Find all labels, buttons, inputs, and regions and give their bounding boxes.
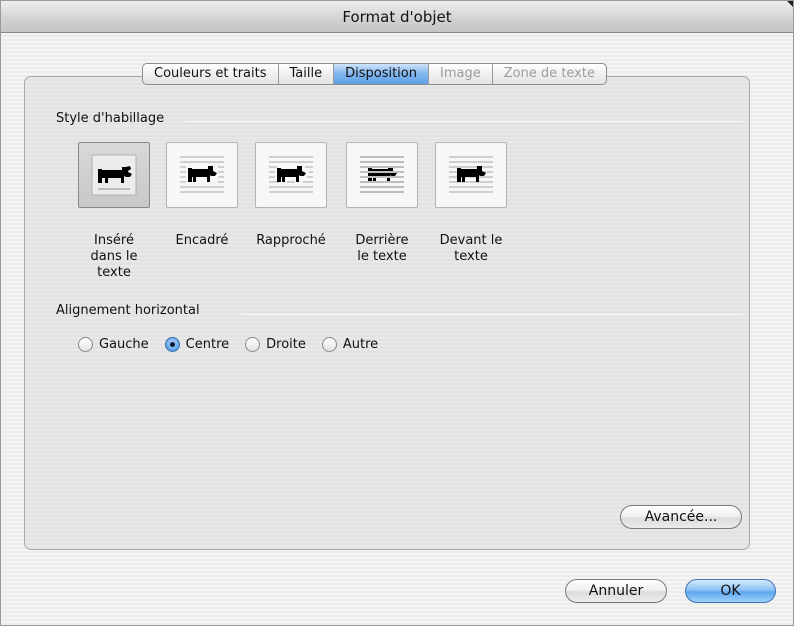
wrap-in-front-text-label: Devant le texte bbox=[439, 233, 503, 264]
wrap-inline-button[interactable] bbox=[78, 142, 150, 208]
tab-text-box: Zone de texte bbox=[503, 66, 595, 81]
horizontal-alignment-label: Alignement horizontal bbox=[56, 303, 200, 318]
tab-bar: Couleurs et traits Taille Disposition Im… bbox=[142, 63, 607, 85]
wrap-behind-text-button[interactable] bbox=[346, 142, 418, 208]
radio-circle[interactable] bbox=[321, 336, 337, 352]
cancel-button[interactable]: Annuler bbox=[565, 579, 667, 603]
radio-circle[interactable] bbox=[78, 336, 93, 352]
horizontal-alignment-separator bbox=[242, 314, 743, 315]
behind-text-dog-icon bbox=[360, 156, 404, 193]
horizontal-alignment-group: Gauche Centre Droite Autre bbox=[78, 335, 394, 353]
wrap-inline-label: Inséré dans le texte bbox=[90, 233, 138, 280]
radio-circle[interactable] bbox=[245, 336, 261, 352]
window-title: Format d'objet bbox=[1, 1, 793, 33]
tab-colors-and-lines[interactable]: Couleurs et traits bbox=[143, 64, 279, 84]
tab-layout[interactable]: Disposition bbox=[334, 64, 429, 84]
radio-circle-checked[interactable] bbox=[164, 336, 180, 352]
wrap-behind-text-label: Derrière le texte bbox=[355, 233, 409, 264]
ok-button[interactable]: OK bbox=[685, 579, 776, 603]
advanced-button[interactable]: Avancée... bbox=[620, 505, 742, 529]
align-center-radio[interactable]: Centre bbox=[164, 336, 229, 352]
wrap-tight-button[interactable] bbox=[255, 142, 327, 208]
align-left-radio[interactable]: Gauche bbox=[78, 336, 149, 352]
align-right-radio[interactable]: Droite bbox=[245, 336, 306, 352]
align-other-radio[interactable]: Autre bbox=[321, 336, 378, 352]
wrap-square-label: Encadré bbox=[175, 233, 229, 248]
inline-dog-icon bbox=[91, 154, 137, 196]
wrap-in-front-text-button[interactable] bbox=[435, 142, 507, 208]
tab-size[interactable]: Taille bbox=[279, 64, 335, 84]
in-front-text-dog-icon bbox=[449, 156, 493, 193]
wrapping-style-label: Style d'habillage bbox=[56, 111, 165, 126]
window-corner-mark bbox=[787, 1, 793, 7]
wrap-tight-label: Rapproché bbox=[256, 233, 326, 248]
wrap-square-button[interactable] bbox=[166, 142, 238, 208]
format-object-dialog: Format d'objet Couleurs et traits Taille… bbox=[0, 0, 794, 626]
wrapping-style-separator bbox=[185, 121, 743, 122]
square-wrap-dog-icon bbox=[180, 156, 224, 193]
tab-picture: Image bbox=[429, 64, 493, 84]
tight-wrap-dog-icon bbox=[269, 156, 313, 193]
